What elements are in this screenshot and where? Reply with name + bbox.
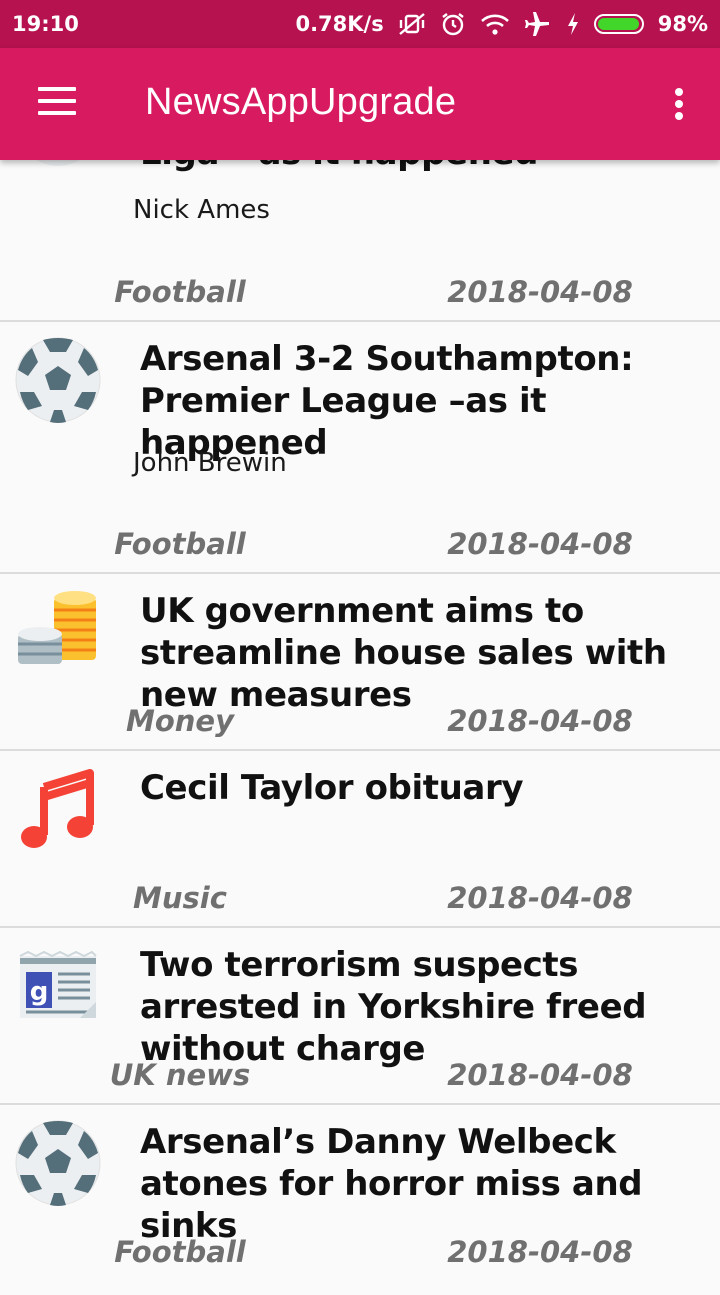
coins-icon [14, 586, 102, 674]
airplane-icon [524, 11, 552, 37]
article-author: John Brewin [133, 448, 287, 478]
article-date: 2018-04-08 [447, 881, 633, 915]
article-item[interactable]: Arsenal 3-2 Southampton: Premier League … [0, 322, 720, 574]
app-bar: NewsAppUpgrade [0, 48, 720, 160]
alarm-icon [440, 11, 466, 37]
article-title[interactable]: UK government aims to streamline house s… [140, 590, 715, 716]
article-title[interactable]: Two terrorism suspects arrested in Yorks… [140, 944, 715, 1070]
article-section: Football [114, 527, 246, 561]
football-icon [14, 336, 102, 424]
article-section: Music [133, 881, 227, 915]
article-date: 2018-04-08 [447, 1235, 633, 1269]
article-date: 2018-04-08 [447, 704, 633, 738]
football-icon [14, 1119, 102, 1207]
music-note-icon [14, 767, 102, 855]
status-time: 19:10 [12, 12, 79, 36]
article-date: 2018-04-08 [447, 1058, 633, 1092]
article-section: UK news [109, 1058, 251, 1092]
status-icons: 0.78K/s 98% [295, 11, 708, 37]
article-title[interactable]: Arsenal 3-2 Southampton: Premier League … [140, 338, 715, 464]
vibrate-off-icon [398, 12, 426, 36]
article-title[interactable]: Cecil Taylor obituary [140, 767, 715, 809]
hamburger-menu-icon[interactable] [26, 84, 86, 124]
app-title: NewsAppUpgrade [145, 81, 457, 123]
article-section: Football [114, 275, 246, 309]
battery-level [597, 18, 639, 30]
article-section: Football [114, 1235, 246, 1269]
article-title[interactable]: Arsenal’s Danny Welbeck atones for horro… [140, 1121, 715, 1247]
article-item[interactable]: g Two terrorism suspects arrested in Yor… [0, 928, 720, 1105]
wifi-icon [480, 12, 510, 36]
status-bar: 19:10 0.78K/s 98% [0, 0, 720, 48]
article-section: Money [126, 704, 234, 738]
article-item[interactable]: UK government aims to streamline house s… [0, 574, 720, 751]
overflow-menu-icon[interactable] [664, 80, 694, 128]
svg-text:g: g [30, 977, 49, 1007]
article-item[interactable]: Arsenal’s Danny Welbeck atones for horro… [0, 1105, 720, 1295]
battery-icon [593, 14, 644, 34]
charging-icon [566, 12, 580, 36]
article-item[interactable]: Cecil Taylor obituary Music 2018-04-08 [0, 751, 720, 928]
network-speed: 0.78K/s [295, 12, 384, 36]
article-date: 2018-04-08 [447, 527, 633, 561]
battery-percent: 98% [657, 12, 708, 36]
article-author: Nick Ames [133, 195, 270, 225]
news-icon: g [14, 944, 102, 1032]
article-date: 2018-04-08 [447, 275, 633, 309]
